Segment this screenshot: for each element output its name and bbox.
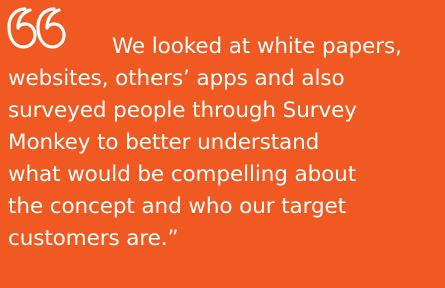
quote-line-4: Monkey to better understand (8, 130, 320, 155)
quote-line-6: the concept and who our target (8, 194, 346, 219)
quote-line-2: websites, others’ apps and also (8, 66, 345, 91)
quote-text: We looked at white papers, websites, oth… (8, 31, 440, 255)
quote-line-1: We looked at white papers, (112, 34, 402, 59)
quote-line-5: what would be compelling about (8, 162, 357, 187)
quote-card: We looked at white papers, websites, oth… (0, 0, 445, 288)
quote-line-7: customers are.” (8, 226, 179, 251)
quote-line-3: surveyed people through Survey (8, 98, 357, 123)
